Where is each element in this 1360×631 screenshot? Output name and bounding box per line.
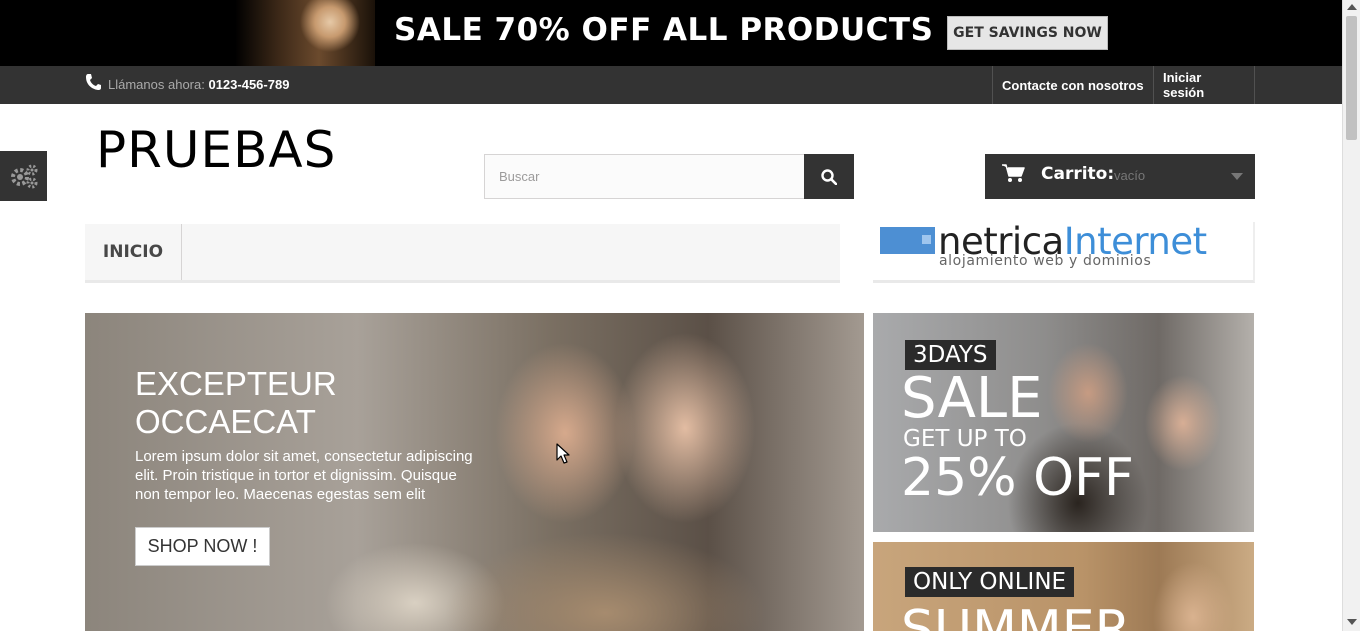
call-info: Llámanos ahora: 0123-456-789 xyxy=(108,77,289,92)
sale-banner[interactable]: 3DAYS SALE GET UP TO 25% OFF xyxy=(873,313,1254,532)
scroll-thumb[interactable] xyxy=(1346,16,1357,140)
promo-model-image xyxy=(235,0,375,66)
shop-now-button[interactable]: SHOP NOW ! xyxy=(135,527,270,566)
cart-icon xyxy=(1001,163,1025,189)
banner-sale-text: SALE xyxy=(901,366,1043,431)
banner-off-text: 25% OFF xyxy=(901,448,1134,508)
phone-icon xyxy=(85,73,101,91)
login-link[interactable]: Iniciar sesión xyxy=(1153,66,1255,104)
sponsor-tagline: alojamiento web y dominios xyxy=(939,253,1152,269)
chevron-down-icon xyxy=(1231,173,1243,180)
scroll-up-arrow-icon[interactable] xyxy=(1347,4,1357,10)
shop-logo[interactable]: PRUEBAS xyxy=(96,121,336,179)
slide-title-line2: OCCAECAT xyxy=(135,403,316,440)
store-page: { "promo": { "headline": "SALE 70% OFF A… xyxy=(0,0,1360,631)
sponsor-mark xyxy=(880,227,935,254)
search-icon xyxy=(821,168,837,185)
page-scrollbar[interactable] xyxy=(1342,0,1360,631)
mouse-cursor-icon xyxy=(556,443,570,470)
sponsor-logo[interactable]: netricaInternet alojamiento web y domini… xyxy=(873,220,1255,283)
summer-banner[interactable]: ONLY ONLINE SUMMER xyxy=(873,542,1254,631)
slide-title-line1: EXCEPTEUR xyxy=(135,365,337,402)
promo-headline: SALE 70% OFF ALL PRODUCTS xyxy=(394,12,934,48)
slide-title: EXCEPTEUR OCCAECAT xyxy=(135,365,337,441)
home-slider[interactable]: EXCEPTEUR OCCAECAT Lorem ipsum dolor sit… xyxy=(85,313,864,631)
cart-state: vacío xyxy=(1114,168,1146,183)
cart-dropdown[interactable]: Carrito: vacío xyxy=(985,154,1255,199)
banner-summer-text: SUMMER xyxy=(901,600,1131,631)
banner-tag-online: ONLY ONLINE xyxy=(905,567,1075,597)
main-menu: INICIO xyxy=(85,224,840,283)
promo-banner[interactable]: SALE 70% OFF ALL PRODUCTS GET SAVINGS NO… xyxy=(0,0,1342,66)
contact-link[interactable]: Contacte con nosotros xyxy=(992,66,1153,104)
gear-icon xyxy=(10,164,37,189)
get-savings-button[interactable]: GET SAVINGS NOW xyxy=(947,16,1108,50)
call-label: Llámanos ahora: xyxy=(108,77,205,92)
phone-number: 0123-456-789 xyxy=(208,77,290,92)
search-button[interactable] xyxy=(804,154,854,199)
scroll-down-arrow-icon[interactable] xyxy=(1347,619,1357,625)
cart-label: Carrito: xyxy=(1041,164,1115,184)
menu-item-inicio[interactable]: INICIO xyxy=(85,224,182,280)
style-switcher-button[interactable] xyxy=(0,151,47,201)
slide-description: Lorem ipsum dolor sit amet, consectetur … xyxy=(135,448,473,503)
search-input[interactable] xyxy=(484,154,805,199)
